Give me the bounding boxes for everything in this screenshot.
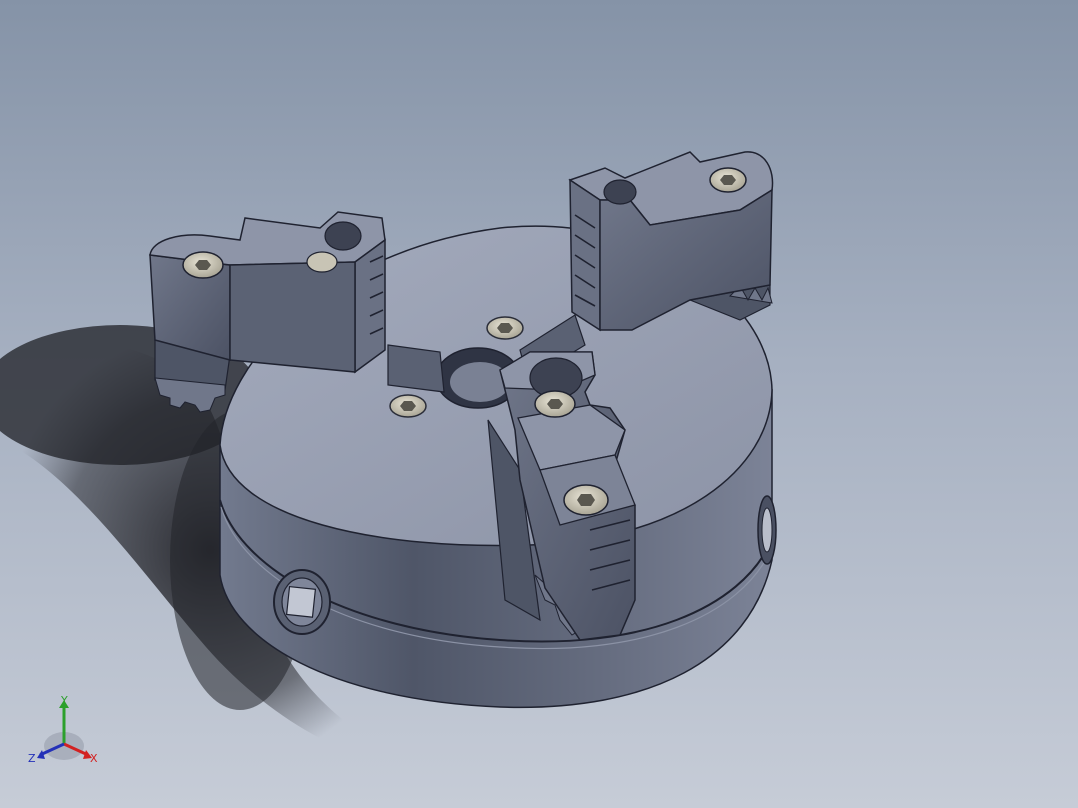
y-axis-label: Y <box>60 694 68 707</box>
key-socket-front[interactable] <box>273 569 331 635</box>
graphics-viewport[interactable]: Y X Z <box>0 0 1078 808</box>
face-screw-1[interactable] <box>486 316 524 340</box>
z-axis-label: Z <box>28 752 36 765</box>
x-axis-label: X <box>90 752 98 765</box>
view-orientation-triad[interactable]: Y X Z <box>26 694 106 768</box>
jaw-right[interactable] <box>568 151 774 332</box>
key-socket-right[interactable] <box>757 495 777 565</box>
chuck-model[interactable] <box>0 0 1078 808</box>
face-screw-2[interactable] <box>389 394 427 418</box>
